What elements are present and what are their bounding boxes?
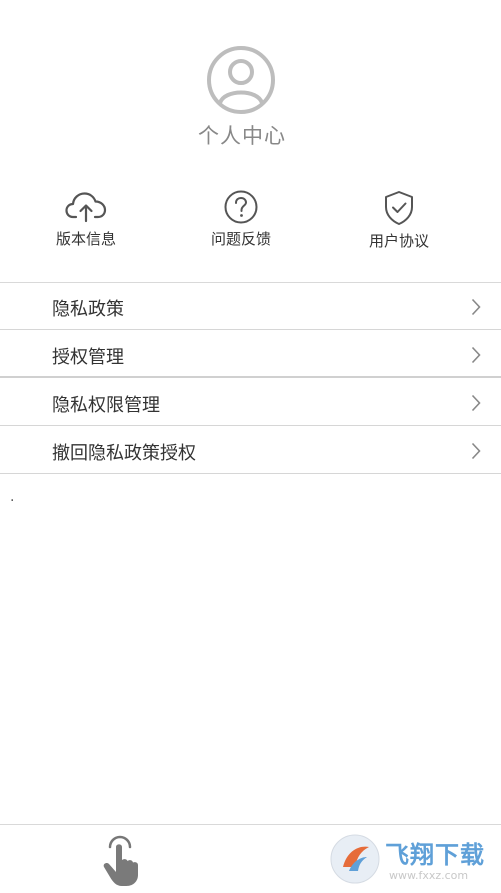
chevron-right-icon	[471, 442, 481, 460]
menu-item-label: 撤回隐私政策授权	[52, 443, 196, 464]
menu-item-label: 隐私政策	[52, 299, 124, 320]
stray-text: .	[10, 489, 15, 505]
avatar-icon[interactable]	[206, 45, 276, 115]
profile-title: 个人中心	[198, 124, 286, 148]
chevron-right-icon	[471, 298, 481, 316]
menu-item-privacy-permission-management[interactable]: 隐私权限管理	[0, 379, 501, 426]
watermark-url: www.fxxz.com	[389, 869, 469, 882]
feedback-label: 问题反馈	[210, 230, 271, 248]
watermark-logo	[330, 834, 380, 884]
version-info-label: 版本信息	[55, 230, 116, 248]
watermark-title: 飞翔下载	[385, 841, 485, 869]
menu-item-revoke-privacy-authorization[interactable]: 撤回隐私政策授权	[0, 427, 501, 474]
hand-tap-icon[interactable]	[100, 833, 146, 887]
question-circle-icon	[224, 190, 258, 224]
chevron-right-icon	[471, 394, 481, 412]
watermark: 飞翔下载 www.fxxz.com	[329, 831, 497, 889]
version-info-button[interactable]: 版本信息	[21, 190, 151, 260]
profile-header: 个人中心	[0, 0, 501, 180]
shield-check-icon	[385, 191, 413, 225]
feedback-button[interactable]: 问题反馈	[176, 190, 306, 260]
menu-item-privacy-policy[interactable]: 隐私政策	[0, 283, 501, 330]
chevron-right-icon	[471, 346, 481, 364]
cloud-upload-icon	[65, 192, 107, 223]
menu-item-label: 隐私权限管理	[52, 395, 160, 416]
user-agreement-button[interactable]: 用户协议	[334, 190, 464, 260]
bottom-tab-bar: 飞翔下载 www.fxxz.com	[0, 824, 501, 893]
menu-item-label: 授权管理	[52, 347, 124, 368]
user-agreement-label: 用户协议	[368, 232, 429, 250]
menu-item-authorization-management[interactable]: 授权管理	[0, 331, 501, 378]
